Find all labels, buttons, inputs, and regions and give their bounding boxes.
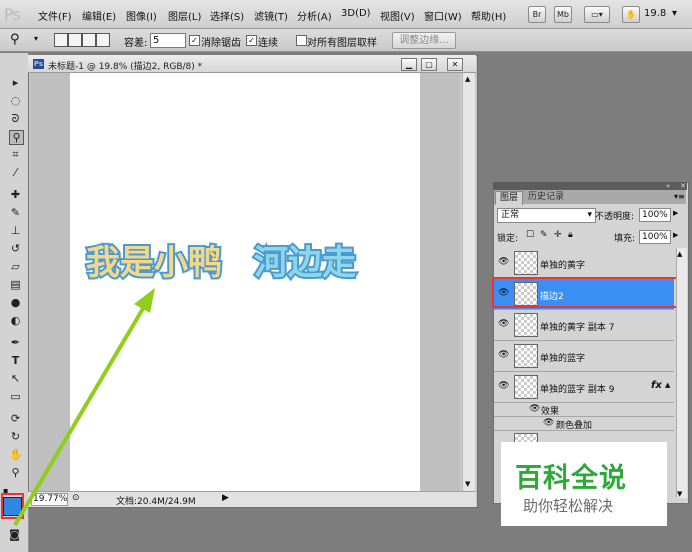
layer-name: 单独的蓝字 副本 9	[540, 385, 615, 395]
layer-thumbnail	[514, 375, 538, 399]
scroll-up-icon[interactable]: ▲	[677, 250, 682, 258]
eye-icon[interactable]: 👁︎	[498, 351, 509, 360]
color-overlay-label: 颜色叠加	[556, 421, 593, 431]
fill-arrow-icon[interactable]: ▶	[673, 231, 678, 239]
lock-all-icon[interactable]: 🔒︎	[568, 230, 573, 240]
eye-icon[interactable]: 👁︎	[529, 405, 540, 414]
selected-layer-highlight	[492, 277, 679, 308]
close-icon[interactable]: ✕	[680, 182, 686, 190]
eye-icon[interactable]: 👁︎	[543, 419, 554, 428]
watermark-subtitle: 助你轻松解决	[523, 497, 614, 515]
tab-history[interactable]: 历史记录	[524, 191, 568, 204]
lock-pixels-icon[interactable]: ✎	[540, 230, 548, 240]
tab-layers[interactable]: 图层	[495, 191, 524, 205]
fill-input[interactable]: 100%	[639, 230, 671, 244]
effects-row[interactable]	[494, 403, 674, 417]
fill-label: 填充:	[614, 234, 636, 244]
collapse-icon[interactable]: «	[666, 182, 670, 190]
layer-thumbnail	[514, 313, 538, 337]
layer-name: 单独的蓝字	[540, 354, 586, 364]
layers-scrollbar[interactable]	[676, 248, 687, 498]
opacity-arrow-icon[interactable]: ▶	[673, 209, 678, 217]
fx-icon[interactable]: fx	[651, 380, 662, 391]
lock-transparent-icon[interactable]: ☐	[526, 230, 534, 240]
opacity-input[interactable]: 100%	[639, 208, 671, 222]
opacity-label: 不透明度:	[595, 212, 635, 222]
panel-collapse-bar[interactable]	[493, 182, 687, 190]
expand-effects-icon[interactable]: ▲	[665, 381, 670, 389]
layer-name: 单独的黄字 副本 7	[540, 323, 615, 333]
blend-mode-select[interactable]: 正常 ▾	[497, 208, 596, 223]
eye-icon[interactable]: 👁︎	[498, 258, 509, 267]
lock-position-icon[interactable]: ✛	[554, 230, 562, 240]
lock-label: 锁定:	[497, 234, 519, 244]
panel-menu-icon[interactable]: ▾≡	[674, 192, 685, 201]
layer-thumbnail	[514, 251, 538, 275]
layer-name: 单独的黄字	[540, 261, 586, 271]
eye-icon[interactable]: 👁︎	[498, 382, 509, 391]
layer-thumbnail	[514, 344, 538, 368]
eye-icon[interactable]: 👁︎	[498, 320, 509, 329]
watermark-title: 百科全说	[515, 463, 627, 494]
scroll-down-icon[interactable]: ▼	[677, 490, 682, 498]
effects-label: 效果	[541, 407, 560, 417]
